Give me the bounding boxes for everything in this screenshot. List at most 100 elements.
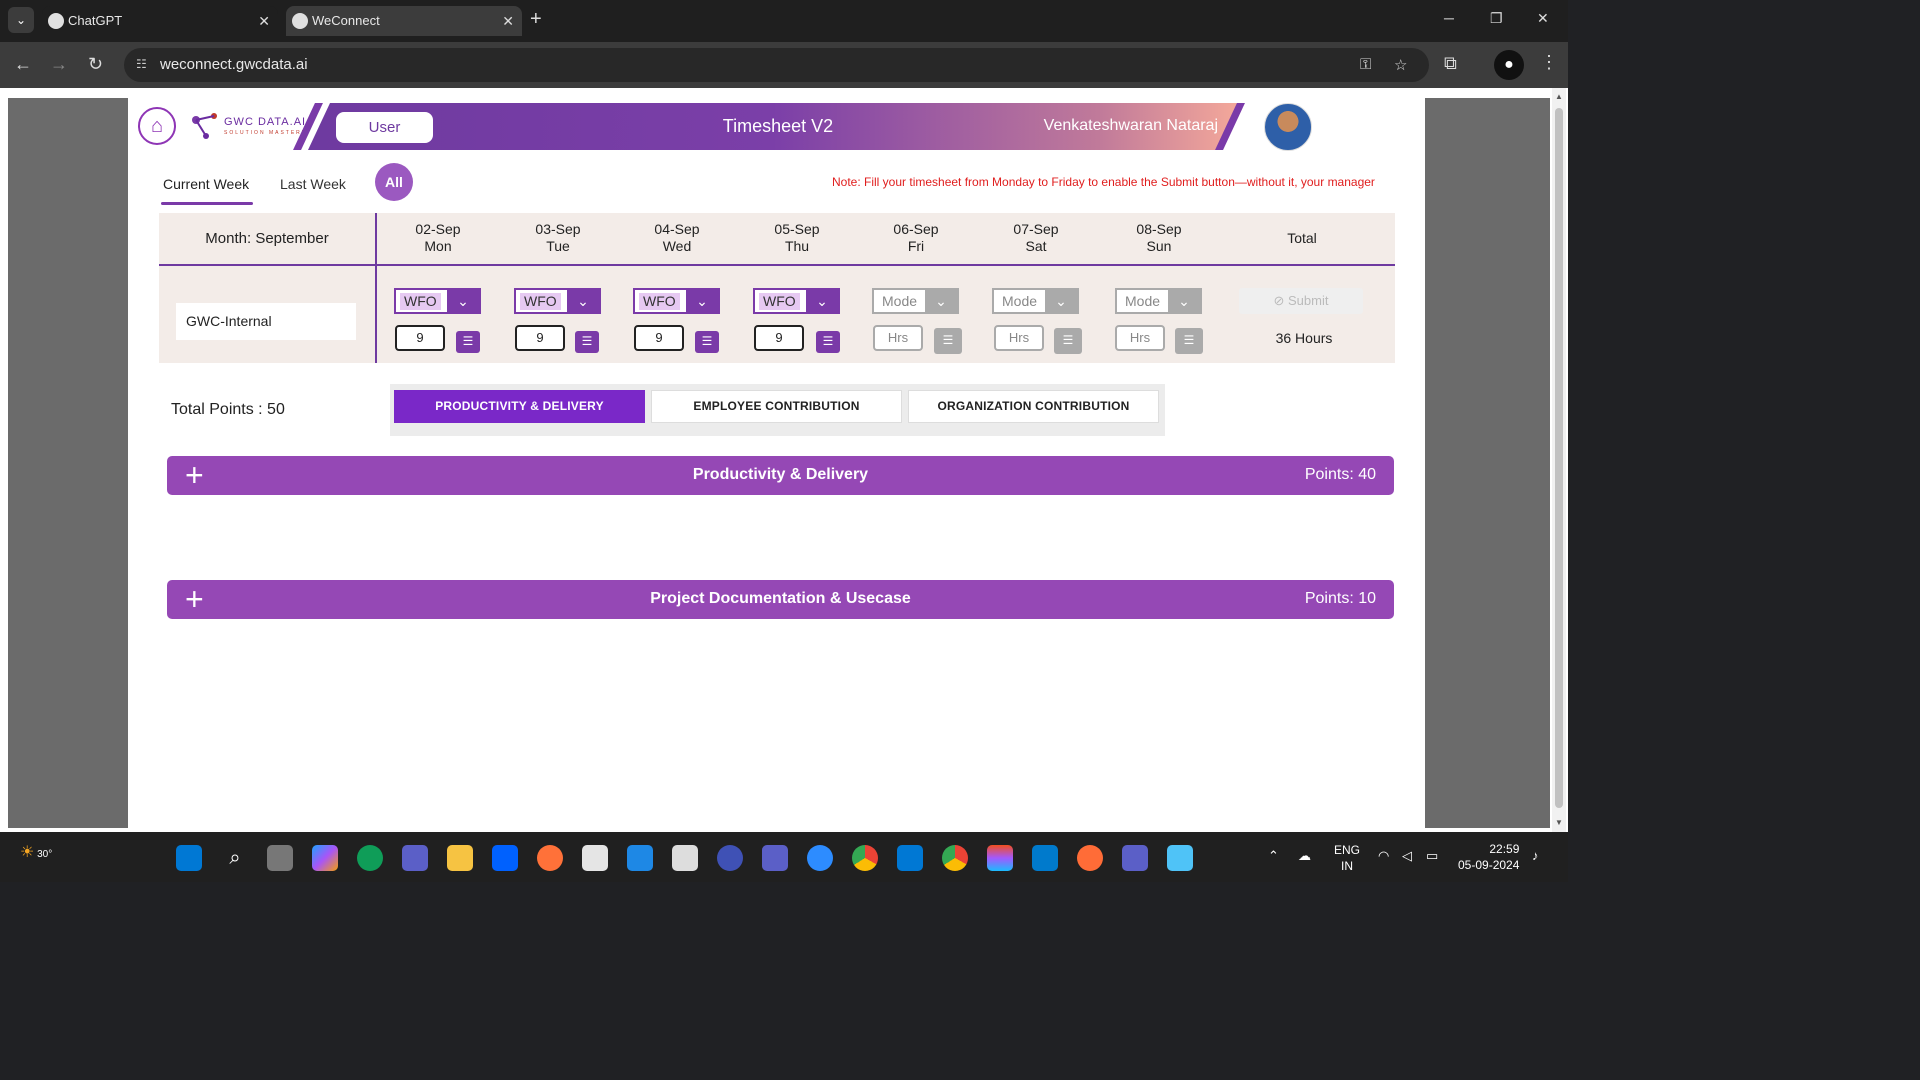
comment-icon[interactable]: ☰ xyxy=(1054,328,1082,354)
figma-icon[interactable] xyxy=(987,845,1013,871)
app-notification-icon[interactable] xyxy=(627,845,653,871)
browser-tab-chatgpt[interactable]: ChatGPT ✕ xyxy=(42,6,278,36)
extensions-puzzle-icon[interactable]: ⧉ xyxy=(1444,53,1457,74)
microsoft-store-icon[interactable] xyxy=(582,845,608,871)
file-explorer-icon[interactable] xyxy=(447,845,473,871)
comment-icon[interactable]: ☰ xyxy=(934,328,962,354)
mode-select-sat[interactable]: Mode ⌄ xyxy=(992,288,1079,314)
mode-select-thu[interactable]: WFO ⌄ xyxy=(753,288,840,314)
comment-icon[interactable]: ☰ xyxy=(816,331,840,353)
password-key-icon[interactable]: ⚿ xyxy=(1360,56,1371,73)
wifi-icon[interactable]: ◠ xyxy=(1378,848,1389,864)
task-view-icon[interactable] xyxy=(267,845,293,871)
user-avatar[interactable] xyxy=(1264,103,1312,151)
new-tab-plus-icon[interactable]: + xyxy=(530,8,542,31)
chevron-down-icon[interactable]: ⌄ xyxy=(567,290,599,312)
comment-icon[interactable]: ☰ xyxy=(1175,328,1203,354)
scroll-down-icon[interactable]: ▼ xyxy=(1555,818,1563,827)
day-date: 06-Sep xyxy=(893,221,939,237)
tab-organization-contribution[interactable]: ORGANIZATION CONTRIBUTION xyxy=(908,390,1159,423)
teams-icon[interactable] xyxy=(762,845,788,871)
address-bar[interactable]: ☷ weconnect.gwcdata.ai ⚿ ☆ xyxy=(124,48,1429,82)
tab-productivity-delivery[interactable]: PRODUCTIVITY & DELIVERY xyxy=(394,390,645,423)
edge-icon[interactable] xyxy=(357,845,383,871)
tab-current-week[interactable]: Current Week xyxy=(163,176,249,192)
tab-last-week[interactable]: Last Week xyxy=(280,176,346,192)
browser-tab-weconnect[interactable]: WeConnect ✕ xyxy=(286,6,522,36)
chevron-down-icon[interactable]: ⌄ xyxy=(806,290,838,312)
chevron-down-icon[interactable]: ⌄ xyxy=(686,290,718,312)
close-tab-icon[interactable]: ✕ xyxy=(258,6,270,36)
start-windows-icon[interactable] xyxy=(176,845,202,871)
comment-icon[interactable]: ☰ xyxy=(575,331,599,353)
back-arrow-icon[interactable]: ← xyxy=(14,54,32,75)
hours-input-thu[interactable]: 9 xyxy=(754,325,804,351)
weather-widget[interactable]: ☀ 30° xyxy=(20,842,52,862)
hours-input-fri[interactable]: Hrs xyxy=(873,325,923,351)
teams-icon[interactable] xyxy=(402,845,428,871)
submit-button[interactable]: ⊘ Submit xyxy=(1239,288,1363,314)
app-icon[interactable] xyxy=(717,845,743,871)
project-name-field[interactable]: GWC-Internal xyxy=(176,303,356,340)
scroll-up-icon[interactable]: ▲ xyxy=(1555,92,1563,101)
postman-icon[interactable] xyxy=(1077,845,1103,871)
restore-icon[interactable]: ❐ xyxy=(1490,10,1503,27)
comment-icon[interactable]: ☰ xyxy=(456,331,480,353)
user-role-button[interactable]: User xyxy=(336,112,433,143)
mode-select-tue[interactable]: WFO ⌄ xyxy=(514,288,601,314)
mode-select-mon[interactable]: WFO ⌄ xyxy=(394,288,481,314)
section-project-documentation[interactable]: + Project Documentation & Usecase Points… xyxy=(167,580,1394,619)
battery-icon[interactable]: ▭ xyxy=(1426,848,1438,864)
site-info-icon[interactable]: ☷ xyxy=(136,57,152,73)
mode-select-wed[interactable]: WFO ⌄ xyxy=(633,288,720,314)
teams-icon[interactable] xyxy=(1122,845,1148,871)
tab-employee-contribution[interactable]: EMPLOYEE CONTRIBUTION xyxy=(651,390,902,423)
chevron-down-icon[interactable]: ⌄ xyxy=(447,290,479,312)
bookmark-star-icon[interactable]: ☆ xyxy=(1394,56,1407,74)
hours-input-tue[interactable]: 9 xyxy=(515,325,565,351)
all-weeks-button[interactable]: All xyxy=(375,163,413,201)
notification-bell-icon[interactable]: ♪ xyxy=(1532,848,1539,863)
page-scrollbar[interactable]: ▲ ▼ xyxy=(1552,88,1566,832)
reload-icon[interactable]: ↻ xyxy=(88,54,103,75)
vscode-icon[interactable] xyxy=(1032,845,1058,871)
weconnect-favicon-icon xyxy=(292,13,308,29)
minimize-icon[interactable]: ─ xyxy=(1444,10,1454,26)
day-header: 04-Sep Wed xyxy=(627,221,727,255)
onedrive-cloud-icon[interactable]: ☁ xyxy=(1298,848,1311,864)
copilot-icon[interactable] xyxy=(312,845,338,871)
chevron-down-icon[interactable]: ⌄ xyxy=(1168,290,1200,312)
tab-search-chevron-icon[interactable]: ⌄ xyxy=(8,7,34,33)
close-tab-icon[interactable]: ✕ xyxy=(502,6,514,36)
section-productivity-delivery[interactable]: + Productivity & Delivery Points: 40 xyxy=(167,456,1394,495)
amazon-icon[interactable] xyxy=(672,845,698,871)
hours-input-sun[interactable]: Hrs xyxy=(1115,325,1165,351)
system-clock[interactable]: 22:59 05-09-2024 xyxy=(1458,841,1519,873)
hours-input-wed[interactable]: 9 xyxy=(634,325,684,351)
mode-select-fri[interactable]: Mode ⌄ xyxy=(872,288,959,314)
comment-icon[interactable]: ☰ xyxy=(695,331,719,353)
zoom-icon[interactable] xyxy=(807,845,833,871)
scrollbar-thumb[interactable] xyxy=(1555,108,1563,808)
menu-kebab-icon[interactable]: ⋮ xyxy=(1540,52,1558,73)
volume-icon[interactable]: ◁ xyxy=(1402,848,1412,864)
dropbox-icon[interactable] xyxy=(492,845,518,871)
chevron-down-icon[interactable]: ⌄ xyxy=(925,290,957,312)
hours-input-sat[interactable]: Hrs xyxy=(994,325,1044,351)
chrome-icon[interactable] xyxy=(942,845,968,871)
outlook-icon[interactable] xyxy=(897,845,923,871)
chevron-up-icon[interactable]: ⌃ xyxy=(1268,848,1279,864)
window-close-icon[interactable]: ✕ xyxy=(1537,10,1549,27)
chrome-icon[interactable] xyxy=(852,845,878,871)
home-icon[interactable]: ⌂ xyxy=(138,107,176,145)
lang-code: ENG xyxy=(1334,843,1361,857)
chevron-down-icon[interactable]: ⌄ xyxy=(1045,290,1077,312)
forward-arrow-icon[interactable]: → xyxy=(50,54,68,75)
notepad-icon[interactable] xyxy=(1167,845,1193,871)
mode-select-sun[interactable]: Mode ⌄ xyxy=(1115,288,1202,314)
language-indicator[interactable]: ENG IN xyxy=(1334,842,1360,874)
firefox-icon[interactable] xyxy=(537,845,563,871)
profile-avatar-icon[interactable]: ● xyxy=(1494,50,1524,80)
search-icon[interactable]: ⌕ xyxy=(222,845,248,871)
hours-input-mon[interactable]: 9 xyxy=(395,325,445,351)
